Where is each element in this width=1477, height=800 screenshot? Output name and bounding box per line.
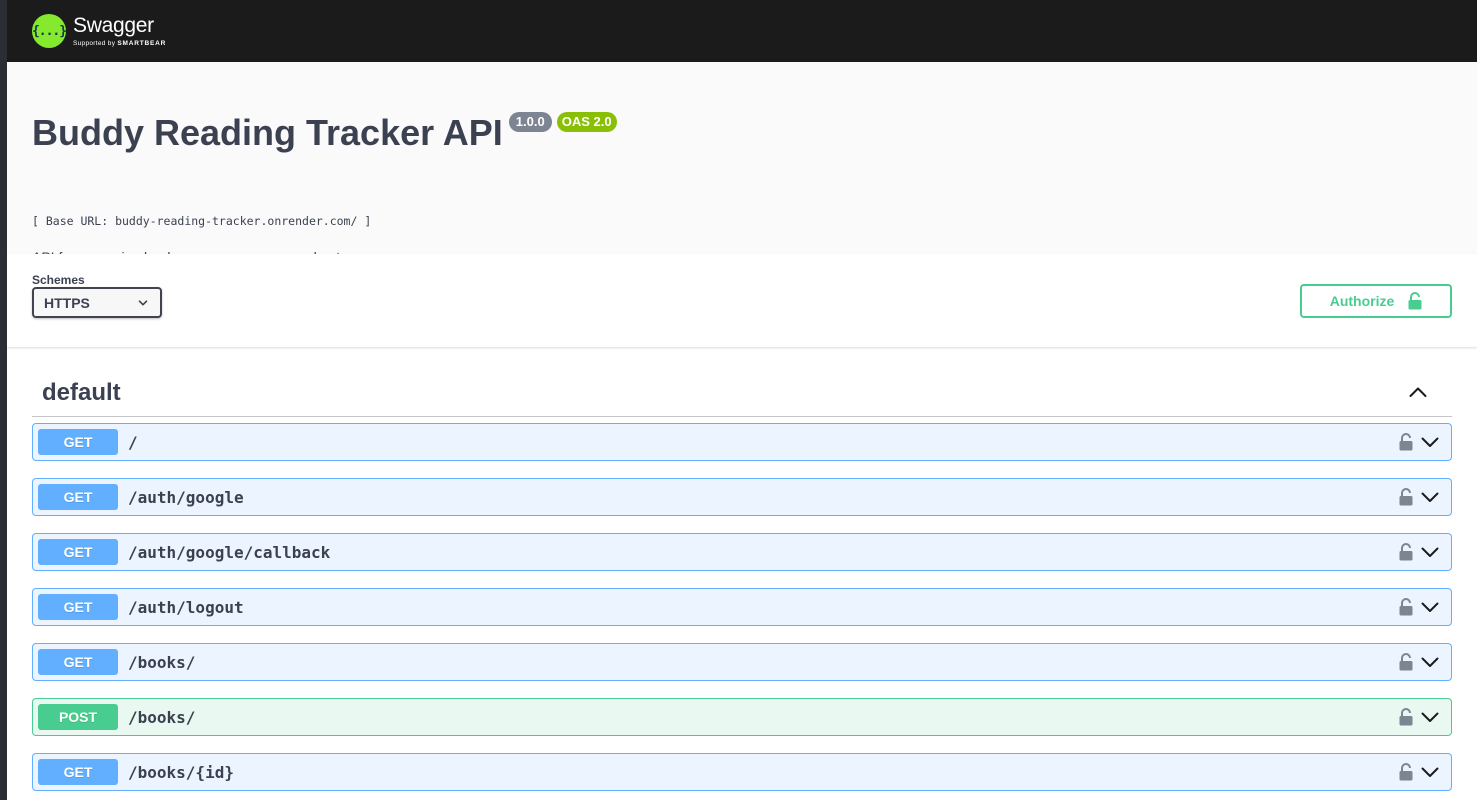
operation-get[interactable]: GET/books/ [32, 643, 1452, 681]
chevron-down-icon[interactable] [1421, 765, 1439, 783]
authorize-button[interactable]: Authorize [1300, 284, 1452, 318]
authorize-label: Authorize [1329, 293, 1395, 309]
operation-get[interactable]: GET/books/{id} [32, 753, 1452, 791]
supported-by: Supported by SMARTBEAR [73, 39, 167, 47]
operation-get[interactable]: GET/auth/logout [32, 588, 1452, 626]
method-badge: GET [38, 484, 118, 510]
unlock-icon[interactable] [1399, 708, 1413, 731]
method-badge: GET [38, 649, 118, 675]
chevron-down-icon[interactable] [1421, 655, 1439, 673]
unlock-icon[interactable] [1399, 488, 1413, 511]
version-badge: 1.0.0 [508, 112, 552, 132]
schemes-label: Schemes [32, 273, 85, 287]
method-badge: POST [38, 704, 118, 730]
unlock-icon[interactable] [1399, 598, 1413, 621]
operation-path: / [128, 432, 138, 452]
operation-path: /auth/logout [128, 597, 244, 617]
swagger-logo-icon: {...} [32, 14, 67, 48]
scheme-selected-value: HTTPS [44, 294, 90, 311]
operation-get[interactable]: GET / [32, 423, 1452, 461]
unlock-icon[interactable] [1399, 543, 1413, 566]
method-badge: GET [38, 429, 118, 455]
tag-header-default[interactable]: default [32, 349, 1452, 417]
unlock-icon[interactable] [1399, 653, 1413, 676]
method-badge: GET [38, 594, 118, 620]
oas-badge: OAS 2.0 [556, 112, 617, 132]
base-url: [ Base URL: buddy-reading-tracker.onrend… [32, 214, 372, 228]
operation-post[interactable]: POST/books/ [32, 698, 1452, 736]
operation-path: /books/{id} [128, 762, 234, 782]
chevron-down-icon[interactable] [1421, 435, 1439, 453]
swagger-logo[interactable]: {...} Swagger Supported by SMARTBEAR [32, 14, 166, 48]
scheme-select[interactable]: HTTPS [32, 287, 162, 318]
brand-name: Swagger [73, 13, 154, 37]
chevron-down-icon [138, 299, 148, 305]
unlock-icon[interactable] [1399, 763, 1413, 786]
schemes-section: Schemes HTTPS Authorize [7, 254, 1477, 347]
chevron-down-icon[interactable] [1421, 710, 1439, 728]
operation-get[interactable]: GET/auth/google/callback [32, 533, 1452, 571]
tag-name: default [42, 378, 121, 406]
operation-path: /books/ [128, 652, 196, 672]
operation-path: /auth/google/callback [128, 542, 331, 562]
unlock-icon[interactable] [1399, 433, 1413, 456]
method-badge: GET [38, 759, 118, 785]
chevron-down-icon[interactable] [1421, 490, 1439, 508]
operation-list: GET / GET/auth/google GET/auth/google/callb… [32, 423, 1452, 791]
swagger-page: {...} Swagger Supported by SMARTBEAR Bud… [7, 0, 1477, 800]
chevron-down-icon[interactable] [1421, 545, 1439, 563]
operation-path: /auth/google [128, 487, 244, 507]
operation-get[interactable]: GET/auth/google [32, 478, 1452, 516]
chevron-up-icon[interactable] [1409, 386, 1427, 398]
operations-section: default GET / GET/auth/google GET/auth/goog… [7, 349, 1477, 791]
unlock-icon [1408, 292, 1422, 310]
chevron-down-icon[interactable] [1421, 600, 1439, 618]
top-bar: {...} Swagger Supported by SMARTBEAR [7, 0, 1477, 62]
api-info: Buddy Reading Tracker API 1.0.0 OAS 2.0 … [7, 62, 1477, 265]
page-title: Buddy Reading Tracker API [32, 112, 503, 153]
operation-path: /books/ [128, 707, 196, 727]
method-badge: GET [38, 539, 118, 565]
